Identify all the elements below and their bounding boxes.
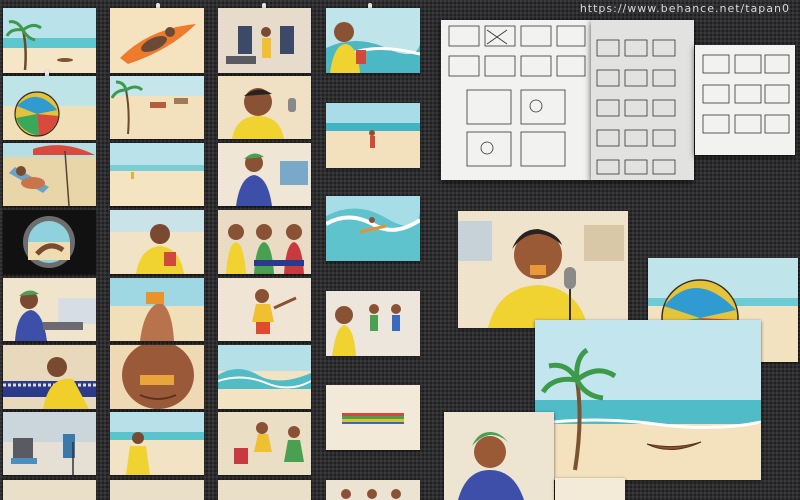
storyboard-frame bbox=[110, 143, 204, 206]
storyboard-frame bbox=[3, 210, 96, 274]
painting-partial bbox=[555, 478, 625, 500]
storyboard-frame bbox=[3, 143, 96, 206]
storyboard-frame bbox=[110, 76, 204, 139]
painting-singer bbox=[458, 211, 628, 328]
sketch-page bbox=[591, 20, 694, 180]
storyboard-frame bbox=[218, 480, 311, 500]
storyboard-frame bbox=[218, 76, 311, 139]
storyboard-frame bbox=[110, 210, 204, 274]
storyboard-frame bbox=[218, 345, 311, 409]
storyboard-frame bbox=[218, 412, 311, 475]
storyboard-frame bbox=[326, 103, 420, 168]
storyboard-frame bbox=[218, 8, 311, 73]
storyboard-frame bbox=[326, 385, 420, 450]
storyboard-frame bbox=[218, 210, 311, 274]
sketch-page bbox=[695, 45, 795, 155]
storyboard-frame bbox=[110, 278, 204, 341]
storyboard-frame bbox=[110, 480, 204, 500]
storyboard-frame bbox=[3, 8, 96, 73]
storyboard-frame bbox=[326, 8, 420, 73]
storyboard-frame bbox=[3, 480, 96, 500]
storyboard-frame bbox=[326, 480, 420, 500]
painting-palm-beach bbox=[535, 320, 761, 480]
storyboard-frame bbox=[326, 196, 420, 261]
storyboard-frame bbox=[110, 345, 204, 409]
storyboard-frame bbox=[3, 76, 96, 140]
storyboard-frame bbox=[110, 8, 204, 73]
storyboard-frame bbox=[110, 412, 204, 475]
watermark-url: https://www.behance.net/tapan0 bbox=[579, 2, 790, 15]
storyboard-frame bbox=[218, 143, 311, 206]
storyboard-frame bbox=[218, 278, 311, 341]
storyboard-frame bbox=[3, 278, 96, 341]
painting-keyboardist bbox=[444, 412, 554, 500]
storyboard-frame bbox=[3, 412, 96, 475]
storyboard-frame bbox=[326, 291, 420, 356]
sketch-page bbox=[441, 20, 591, 180]
storyboard-frame bbox=[3, 345, 96, 409]
